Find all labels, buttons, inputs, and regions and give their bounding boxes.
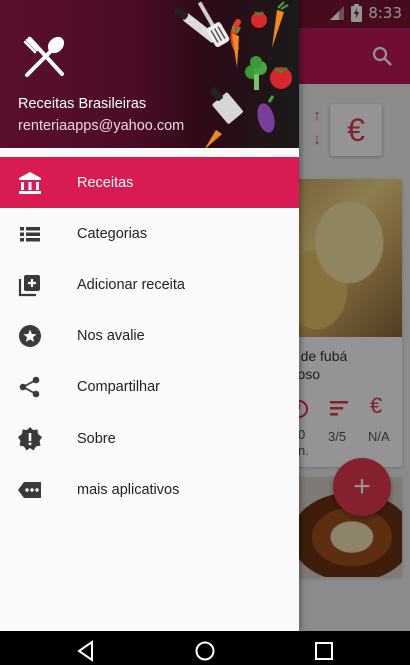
star-circle-icon bbox=[19, 325, 41, 348]
account-email: renteriaapps@yahoo.com bbox=[18, 118, 185, 134]
bank-icon bbox=[19, 171, 41, 194]
menu-item-label: Adicionar receita bbox=[77, 276, 185, 293]
menu-item-label: Receitas bbox=[77, 174, 134, 191]
home-icon[interactable] bbox=[194, 640, 216, 662]
menu-item-label: Sobre bbox=[77, 430, 116, 447]
recents-icon[interactable] bbox=[313, 640, 335, 662]
menu-item-sobre[interactable]: Sobre bbox=[0, 413, 299, 464]
menu-item-compartilhar[interactable]: Compartilhar bbox=[0, 362, 299, 413]
menu-item-label: Nos avalie bbox=[77, 328, 145, 345]
menu-item-mais-aplicativos[interactable]: mais aplicativos bbox=[0, 464, 299, 515]
system-navigation-bar bbox=[0, 631, 410, 665]
app-name: Receitas Brasileiras bbox=[18, 96, 147, 112]
menu-item-receitas[interactable]: Receitas bbox=[0, 157, 299, 209]
more-label-icon bbox=[18, 481, 41, 498]
share-icon bbox=[19, 377, 40, 398]
menu-item-label: Categorias bbox=[77, 225, 148, 242]
alert-badge-icon bbox=[18, 426, 42, 451]
menu-item-adicionar-receita[interactable]: Adicionar receita bbox=[0, 259, 299, 310]
list-icon bbox=[20, 226, 40, 242]
add-box-icon bbox=[18, 274, 40, 297]
menu-item-label: mais aplicativos bbox=[77, 481, 180, 498]
back-icon[interactable] bbox=[75, 640, 97, 662]
menu-item-nos-avalie[interactable]: Nos avalie bbox=[0, 311, 299, 362]
drawer-header: Receitas Brasileiras renteriaapps@yahoo.… bbox=[0, 0, 299, 148]
drawer-menu: Receitas Categorias Adicionar receita No… bbox=[0, 157, 299, 515]
fork-spoon-icon bbox=[23, 36, 65, 77]
menu-item-label: Compartilhar bbox=[77, 379, 160, 396]
navigation-drawer: Receitas Brasileiras renteriaapps@yahoo.… bbox=[0, 0, 299, 631]
menu-item-categorias[interactable]: Categorias bbox=[0, 208, 299, 259]
